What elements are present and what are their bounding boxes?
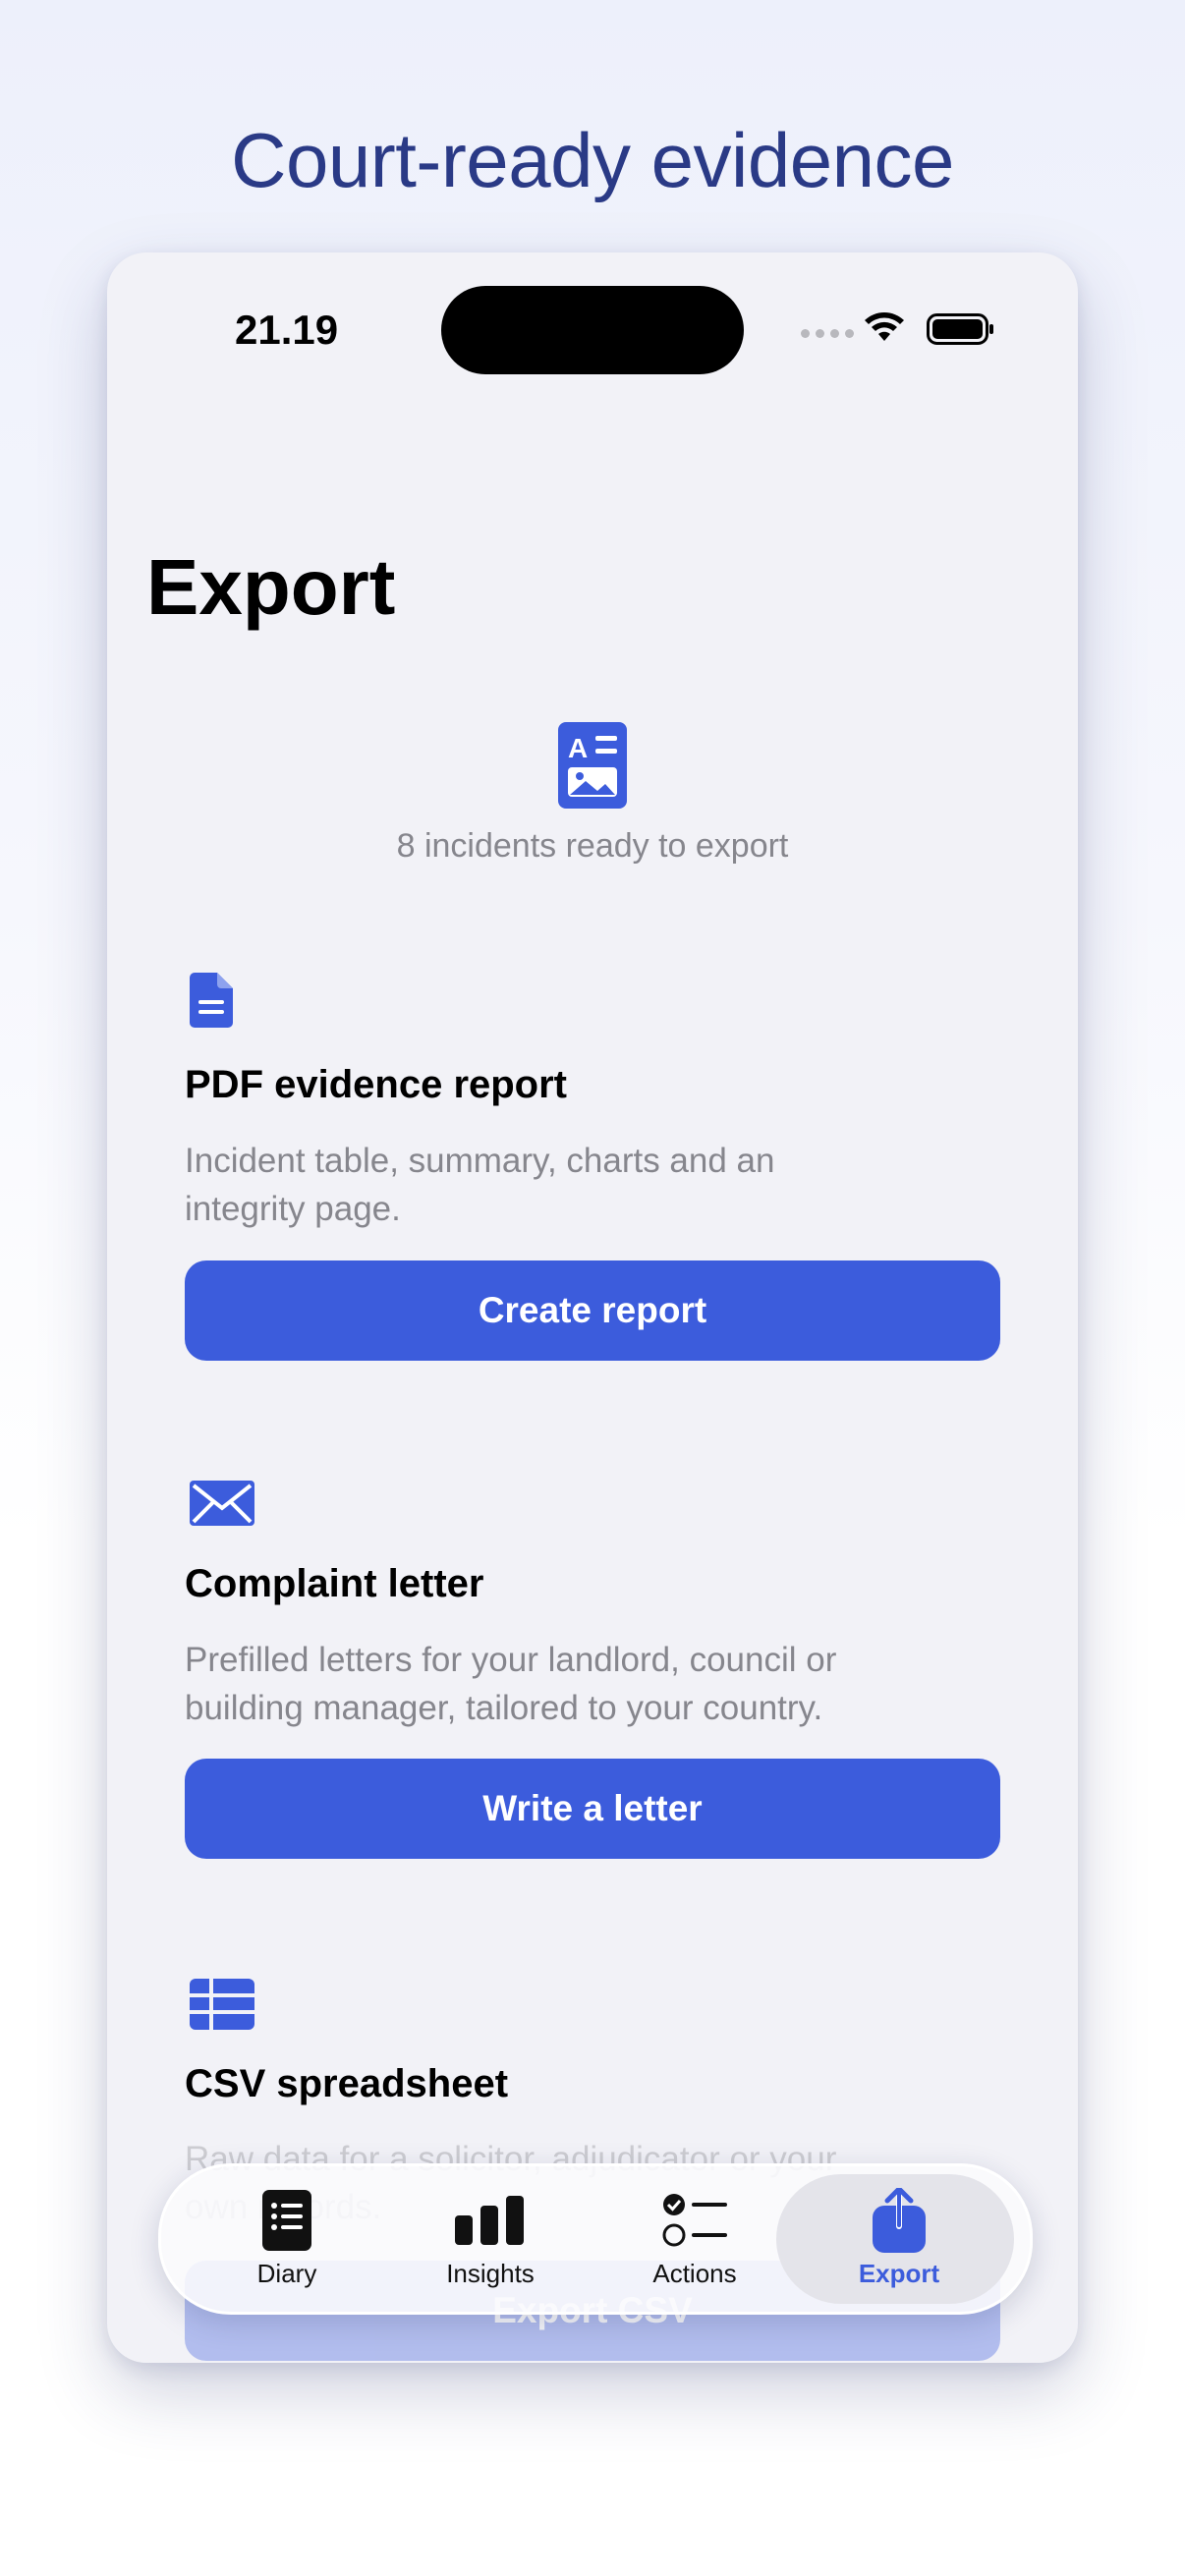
tab-export[interactable]: Export <box>801 2166 1037 2312</box>
pdf-section-title: PDF evidence report <box>185 1063 568 1106</box>
envelope-icon <box>190 1481 254 1531</box>
tab-insights-label: Insights <box>446 2259 535 2288</box>
phone-screen: 21.19 Export A 8 incidents ready to expo… <box>107 252 1078 2363</box>
status-time: 21.19 <box>235 307 339 353</box>
incidents-count-text: 8 incidents ready to export <box>396 827 789 865</box>
bar-chart-icon <box>455 2188 526 2253</box>
dynamic-island <box>441 286 744 374</box>
tab-export-label: Export <box>858 2259 940 2288</box>
csv-section-title: CSV spreadsheet <box>185 2062 509 2105</box>
share-icon <box>873 2188 926 2253</box>
tab-diary[interactable]: Diary <box>189 2166 385 2312</box>
tab-diary-label: Diary <box>256 2259 317 2288</box>
letter-section-title: Complaint letter <box>185 1562 484 1605</box>
write-letter-button[interactable]: Write a letter <box>185 1759 1000 1859</box>
pdf-section-description: Incident table, summary, charts and an i… <box>185 1142 775 1228</box>
create-report-button[interactable]: Create report <box>185 1260 1000 1361</box>
tab-actions[interactable]: Actions <box>596 2166 793 2312</box>
evidence-report-icon: A <box>558 722 627 813</box>
svg-text:A: A <box>568 733 588 763</box>
tab-insights[interactable]: Insights <box>392 2166 589 2312</box>
tab-bar: Diary Insights Actions Export <box>158 2163 1037 2315</box>
wifi-icon <box>864 311 905 348</box>
checklist-icon <box>662 2188 727 2253</box>
tab-actions-label: Actions <box>652 2259 737 2288</box>
page-title: Export <box>146 543 396 631</box>
battery-icon <box>927 313 995 350</box>
letter-section-description: Prefilled letters for your landlord, cou… <box>185 1641 837 1727</box>
cellular-signal-icon <box>801 329 854 338</box>
marketing-headline: Court-ready evidence <box>231 117 954 203</box>
document-icon <box>190 973 233 1033</box>
table-icon <box>190 1979 254 2035</box>
diary-icon <box>262 2188 311 2253</box>
